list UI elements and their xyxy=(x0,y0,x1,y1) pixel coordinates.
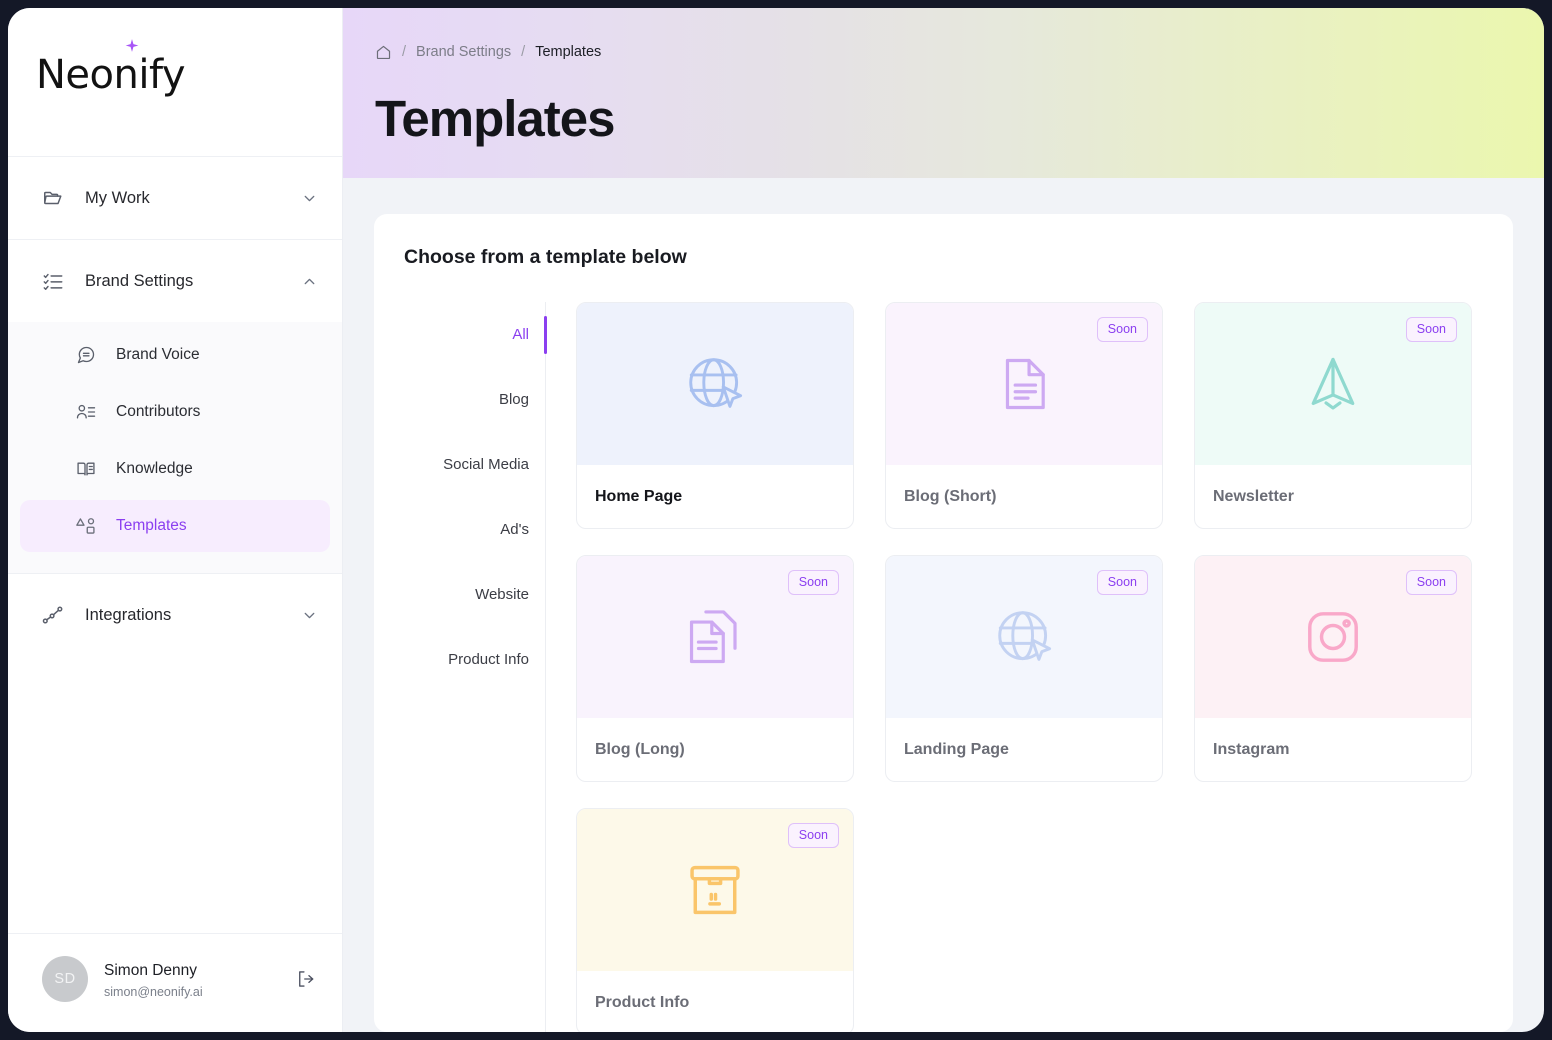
status-badge: Soon xyxy=(1405,570,1457,595)
template-name: Home Page xyxy=(595,487,683,505)
main-area: / Brand Settings / Templates Templates C… xyxy=(343,8,1544,1032)
sidebar-item-my-work[interactable]: My Work xyxy=(8,157,342,239)
template-card-home-page[interactable]: Home Page xyxy=(576,302,854,529)
documents-stack-icon xyxy=(689,610,737,664)
profile-name: Simon Denny xyxy=(104,962,198,980)
breadcrumb-separator: / xyxy=(521,44,526,60)
breadcrumb-item-templates: Templates xyxy=(535,44,602,60)
template-thumb: Soon xyxy=(886,556,1162,718)
sidebar-item-label: Templates xyxy=(116,517,187,534)
category-website[interactable]: Website xyxy=(404,562,529,627)
sparkle-icon xyxy=(125,39,139,52)
app-window: Neonify My Work Brand Settings Brand Voi… xyxy=(8,8,1544,1032)
chevron-up-icon[interactable] xyxy=(301,273,318,290)
sidebar-item-brand-voice[interactable]: Brand Voice xyxy=(20,329,330,381)
brand-logo-text: Neonify xyxy=(36,52,186,98)
template-thumb: Soon xyxy=(1195,556,1471,718)
brand-logo[interactable]: Neonify xyxy=(8,8,342,156)
status-badge: Soon xyxy=(1096,317,1148,342)
sidebar-item-knowledge[interactable]: Knowledge xyxy=(20,443,330,495)
sidebar-item-label: My Work xyxy=(85,188,150,207)
category-all[interactable]: All xyxy=(404,302,547,367)
breadcrumb-item-brand-settings[interactable]: Brand Settings xyxy=(416,44,511,60)
book-icon xyxy=(77,462,95,476)
home-icon[interactable] xyxy=(375,44,392,61)
content-scroll-region: Choose from a template below All Blog So… xyxy=(343,178,1544,1032)
nav-group-brand-settings: Brand Settings Brand Voice Contributors … xyxy=(8,239,342,573)
message-icon xyxy=(77,346,95,364)
template-card-instagram[interactable]: Soon Instagram xyxy=(1194,555,1472,782)
template-name: Blog (Short) xyxy=(904,487,997,505)
folder-icon xyxy=(44,191,62,205)
template-card-blog-long[interactable]: Soon Blog (Long) xyxy=(576,555,854,782)
panel-title: Choose from a template below xyxy=(404,246,687,268)
templates-icon xyxy=(76,518,95,534)
template-card-newsletter[interactable]: Soon Newsletter xyxy=(1194,302,1472,529)
profile-email: simon@neonify.ai xyxy=(104,984,203,999)
template-name: Blog (Long) xyxy=(595,740,685,758)
template-thumb: Soon xyxy=(886,303,1162,465)
logout-icon[interactable] xyxy=(296,969,316,989)
template-name: Product Info xyxy=(595,993,690,1011)
sidebar-item-templates[interactable]: Templates xyxy=(20,500,330,552)
sidebar-item-label: Brand Voice xyxy=(116,346,200,363)
avatar: SD xyxy=(42,956,88,1002)
template-name: Landing Page xyxy=(904,740,1009,758)
document-icon xyxy=(1005,358,1045,410)
sidebar-item-label: Brand Settings xyxy=(85,271,194,290)
templates-grid: Home Page Soon Blog (Short) Soon Newslet… xyxy=(546,302,1513,1032)
template-name: Newsletter xyxy=(1213,487,1294,505)
sidebar: Neonify My Work Brand Settings Brand Voi… xyxy=(8,8,343,1032)
sidebar-subnav-brand-settings: Brand Voice Contributors Knowledge Templ… xyxy=(8,322,342,573)
status-badge: Soon xyxy=(787,570,839,595)
category-ads[interactable]: Ad's xyxy=(404,497,529,562)
sidebar-item-contributors[interactable]: Contributors xyxy=(20,386,330,438)
category-product-info[interactable]: Product Info xyxy=(404,627,529,692)
nav-group-integrations: Integrations xyxy=(8,573,342,656)
status-badge: Soon xyxy=(1405,317,1457,342)
sidebar-item-brand-settings[interactable]: Brand Settings xyxy=(8,240,342,322)
breadcrumb-separator: / xyxy=(402,44,407,60)
template-thumb: Soon xyxy=(577,809,853,971)
category-blog[interactable]: Blog xyxy=(404,367,529,432)
sidebar-item-label: Knowledge xyxy=(116,460,193,477)
box-icon xyxy=(690,865,740,915)
user-profile[interactable]: SD Simon Denny simon@neonify.ai xyxy=(8,933,342,1032)
page-header: / Brand Settings / Templates Templates xyxy=(343,8,1544,178)
category-filter-list: All Blog Social Media Ad's Website Produ… xyxy=(404,302,547,1032)
profile-text: Simon Denny simon@neonify.ai xyxy=(104,959,296,998)
user-list-icon xyxy=(76,404,96,419)
chevron-down-icon[interactable] xyxy=(301,607,318,624)
sidebar-item-integrations[interactable]: Integrations xyxy=(8,574,342,656)
template-thumb: Soon xyxy=(1195,303,1471,465)
chevron-down-icon[interactable] xyxy=(301,190,318,207)
template-name: Instagram xyxy=(1213,740,1290,758)
nav-group-my-work: My Work xyxy=(8,156,342,239)
template-card-product-info[interactable]: Soon Product Info xyxy=(576,808,854,1032)
templates-body: All Blog Social Media Ad's Website Produ… xyxy=(374,302,1513,1032)
sidebar-item-label: Integrations xyxy=(85,605,172,624)
template-card-blog-short[interactable]: Soon Blog (Short) xyxy=(885,302,1163,529)
globe-cursor-icon xyxy=(689,358,743,408)
sidebar-item-label: Contributors xyxy=(116,403,201,420)
checklist-icon xyxy=(43,273,63,290)
globe-cursor-icon xyxy=(998,611,1052,661)
page-title: Templates xyxy=(375,90,615,147)
template-thumb xyxy=(577,303,853,465)
template-card-landing-page[interactable]: Soon Landing Page xyxy=(885,555,1163,782)
paper-plane-icon xyxy=(1311,357,1355,410)
templates-panel: Choose from a template below All Blog So… xyxy=(374,214,1513,1032)
template-thumb: Soon xyxy=(577,556,853,718)
breadcrumb: / Brand Settings / Templates xyxy=(375,42,1544,62)
network-icon xyxy=(42,606,63,624)
category-social-media[interactable]: Social Media xyxy=(404,432,529,497)
status-badge: Soon xyxy=(1096,570,1148,595)
status-badge: Soon xyxy=(787,823,839,848)
instagram-icon xyxy=(1308,612,1358,662)
